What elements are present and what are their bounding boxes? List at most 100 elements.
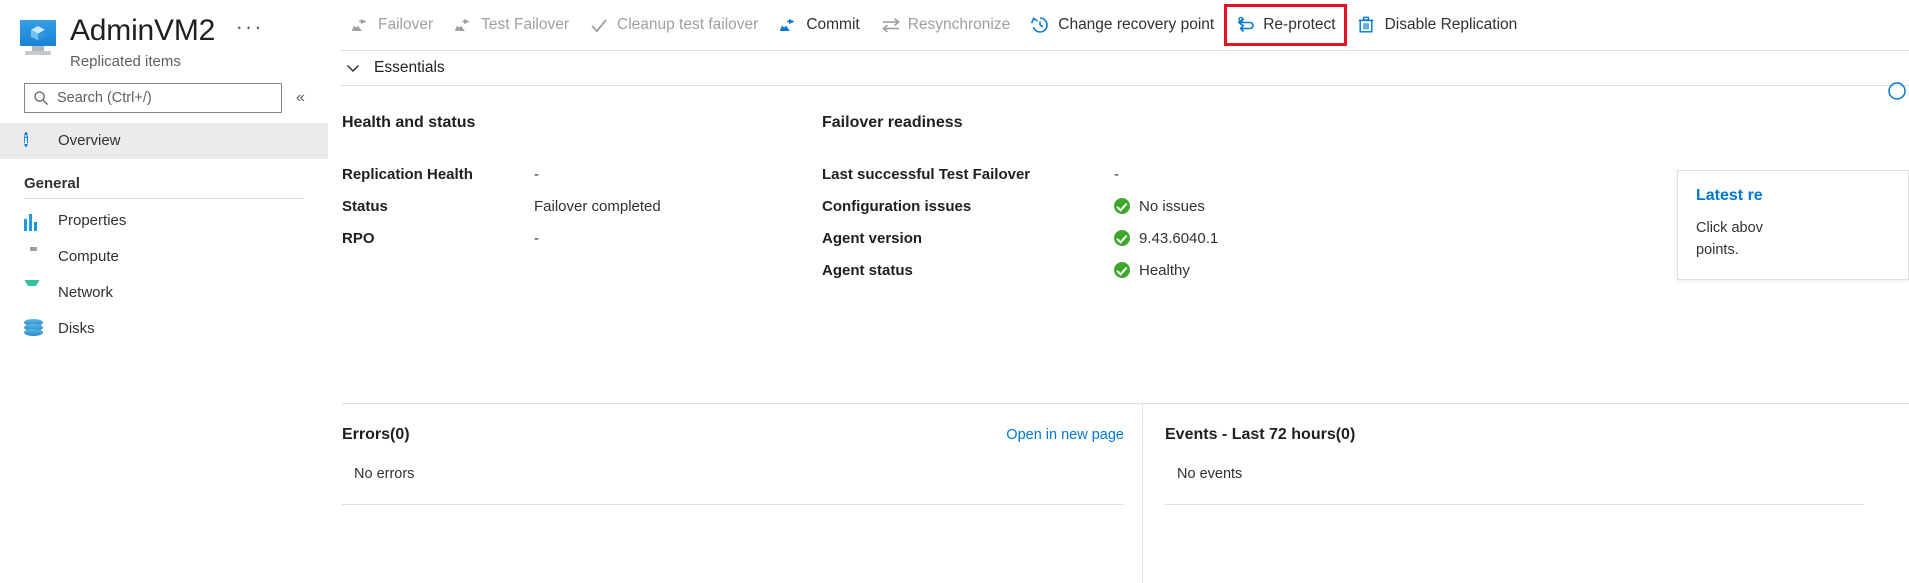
disable-replication-button[interactable]: Disable Replication (1347, 7, 1528, 43)
command-label: Failover (378, 16, 433, 34)
field-value: - (534, 230, 539, 247)
properties-icon (24, 211, 44, 231)
cleanup-test-failover-button[interactable]: Cleanup test failover (579, 7, 768, 43)
events-panel-divider (1165, 504, 1864, 505)
reprotect-button[interactable]: Re-protect (1224, 4, 1346, 46)
commit-button[interactable]: Commit (768, 7, 869, 43)
clock-history-icon (1030, 15, 1050, 35)
search-box[interactable] (24, 83, 282, 113)
commit-icon (778, 15, 798, 35)
errors-panel-divider (342, 504, 1124, 505)
change-recovery-point-button[interactable]: Change recovery point (1020, 7, 1224, 43)
column-heading: Health and status (342, 114, 822, 132)
row-rpo: RPO - (342, 222, 822, 254)
field-value: - (534, 166, 539, 183)
field-label: Replication Health (342, 166, 534, 183)
field-label: Configuration issues (822, 198, 1114, 215)
field-value: 9.43.6040.1 (1139, 230, 1218, 247)
search-row: « (0, 71, 328, 113)
row-configuration-issues: Configuration issues No issues (822, 190, 1462, 222)
collapse-sidebar-button[interactable]: « (296, 90, 305, 106)
azure-portal-blade: AdminVM2 ··· Replicated items « i (0, 0, 1909, 583)
sidebar-item-label: Overview (58, 131, 121, 151)
failover-button[interactable]: Failover (340, 7, 443, 43)
row-agent-version: Agent version 9.43.6040.1 (822, 222, 1462, 254)
failover-icon (350, 15, 370, 35)
virtual-machine-icon (18, 18, 58, 58)
open-in-new-page-link[interactable]: Open in new page (1006, 427, 1142, 443)
field-value: Healthy (1139, 262, 1190, 279)
resynchronize-icon (880, 15, 900, 35)
search-icon (33, 90, 49, 106)
latest-recovery-points-callout: Latest re Click abov points. (1677, 170, 1909, 280)
command-label: Cleanup test failover (617, 16, 758, 34)
panel-title: Events - Last 72 hours(0) (1165, 426, 1355, 444)
sidebar-nav: i Overview General Properties Compute Ne… (0, 123, 328, 347)
sidebar-item-label: Network (58, 283, 113, 303)
column-heading: Failover readiness (822, 114, 1462, 132)
compute-icon (24, 247, 44, 267)
essentials-section: Essentials (328, 50, 1909, 86)
sidebar-item-label: Properties (58, 211, 126, 231)
callout-title: Latest re (1696, 187, 1908, 205)
info-icon: i (24, 131, 44, 151)
command-label: Test Failover (481, 16, 569, 34)
resynchronize-button[interactable]: Resynchronize (870, 7, 1021, 43)
cube-glyph (30, 25, 46, 41)
command-label: Re-protect (1263, 16, 1335, 34)
command-label: Disable Replication (1385, 16, 1518, 34)
failover-readiness-column: Failover readiness Last successful Test … (822, 114, 1462, 286)
events-panel-body: No events (1165, 444, 1882, 482)
check-icon (589, 15, 609, 35)
panel-title: Errors(0) (342, 426, 410, 444)
test-failover-button[interactable]: Test Failover (443, 7, 579, 43)
trash-icon (1357, 15, 1377, 35)
status-ok-icon (1114, 262, 1130, 278)
blade-header: AdminVM2 ··· Replicated items (0, 0, 328, 71)
blade-title-block: AdminVM2 ··· Replicated items (70, 14, 264, 71)
command-label: Change recovery point (1058, 16, 1214, 34)
command-label: Resynchronize (908, 16, 1011, 34)
sidebar-item-disks[interactable]: Disks (0, 311, 328, 347)
row-agent-status: Agent status Healthy (822, 254, 1462, 286)
page-title: AdminVM2 (70, 14, 215, 48)
callout-line-2: points. (1696, 239, 1908, 261)
sidebar-item-label: Compute (58, 247, 119, 267)
sidebar-group-general: General (0, 159, 328, 198)
field-value: No issues (1139, 198, 1205, 215)
overflow-command-icon[interactable] (1887, 81, 1907, 101)
health-and-status-column: Health and status Replication Health - S… (342, 114, 822, 286)
field-label: Agent version (822, 230, 1114, 247)
status-ok-icon (1114, 198, 1130, 214)
essentials-toggle[interactable]: Essentials (340, 51, 1909, 85)
essentials-columns: Health and status Replication Health - S… (328, 86, 1909, 286)
field-value: Failover completed (534, 198, 661, 215)
field-label: RPO (342, 230, 534, 247)
command-toolbar: Failover Test Failover (328, 0, 1909, 50)
sidebar-item-overview[interactable]: i Overview (0, 123, 328, 159)
field-value: - (1114, 166, 1119, 183)
sidebar-item-label: Disks (58, 319, 95, 339)
callout-line-1: Click abov (1696, 217, 1908, 239)
sidebar-item-network[interactable]: Network (0, 275, 328, 311)
essentials-label: Essentials (374, 59, 445, 77)
field-label: Status (342, 198, 534, 215)
sidebar-item-compute[interactable]: Compute (0, 239, 328, 275)
row-status: Status Failover completed (342, 190, 822, 222)
reprotect-icon (1235, 15, 1255, 35)
field-label: Agent status (822, 262, 1114, 279)
blade-subtitle: Replicated items (70, 53, 264, 71)
events-panel: Events - Last 72 hours(0) No events (1142, 404, 1882, 583)
errors-panel-body: No errors (342, 444, 1142, 482)
more-options-button[interactable]: ··· (236, 17, 264, 37)
command-label: Commit (806, 16, 859, 34)
errors-panel-header: Errors(0) Open in new page (342, 426, 1142, 444)
sidebar-item-properties[interactable]: Properties (0, 203, 328, 239)
field-label: Last successful Test Failover (822, 166, 1114, 183)
bottom-panels: Errors(0) Open in new page No errors Eve… (342, 404, 1909, 583)
search-input[interactable] (55, 89, 273, 107)
test-failover-icon (453, 15, 473, 35)
network-icon (24, 283, 44, 303)
row-last-successful-test-failover: Last successful Test Failover - (822, 158, 1462, 190)
sidebar-divider (24, 198, 304, 199)
